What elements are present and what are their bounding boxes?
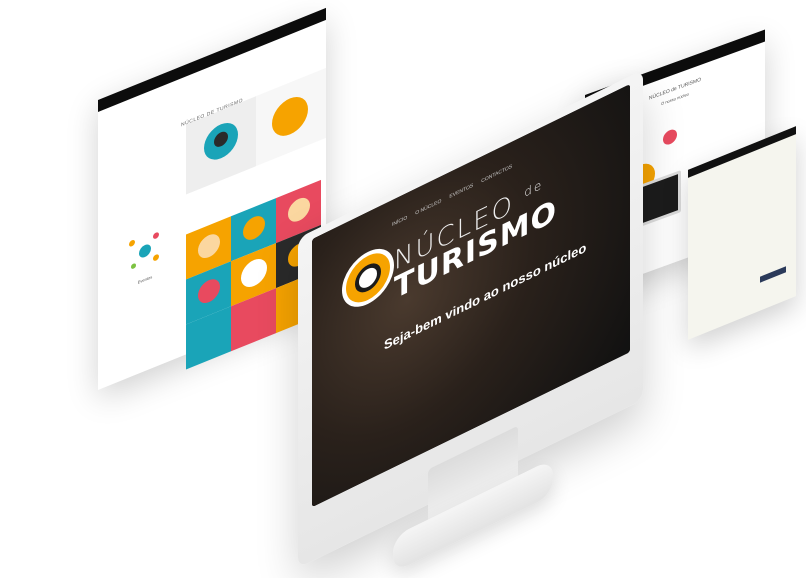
left-screen-preview: NÚCLEO DE TURISMO Eventos [98, 7, 326, 391]
mockup-stage: NÚCLEO DE TURISMO Eventos [0, 0, 806, 578]
left-icon-cluster-area: Eventos [110, 217, 180, 296]
imac-monitor: INÍCIO O NÚCLEO EVENTOS CONTACTOS NÚCLEO… [298, 0, 643, 573]
right-sub-button[interactable] [760, 266, 786, 283]
